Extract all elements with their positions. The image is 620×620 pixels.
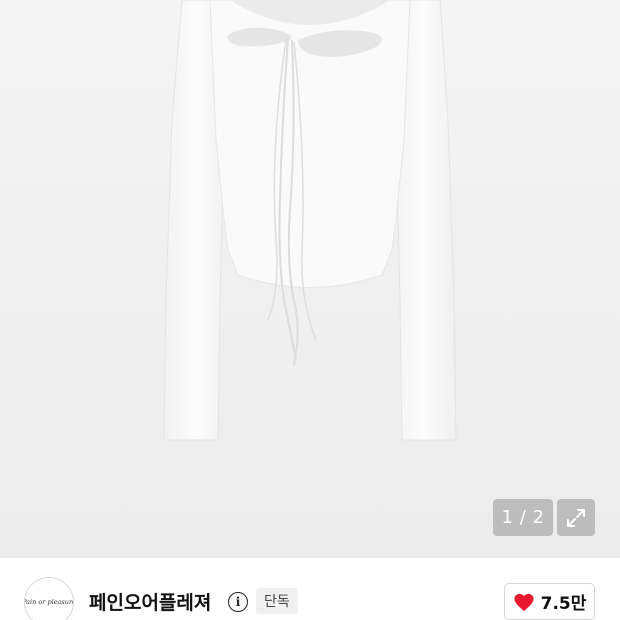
seller-logo[interactable]: Pain or pleasure (24, 577, 74, 620)
image-pager: 1 / 2 (493, 499, 553, 536)
info-icon[interactable]: i (228, 592, 248, 612)
seller-name[interactable]: 페인오어플레져 (89, 588, 211, 615)
heart-icon (514, 593, 534, 611)
product-image[interactable] (0, 0, 620, 558)
like-button[interactable]: 7.5만 (504, 583, 595, 620)
expand-icon (567, 508, 585, 527)
expand-button[interactable] (557, 499, 595, 536)
product-image-gallery[interactable]: 1 / 2 (0, 0, 620, 558)
like-count: 7.5만 (540, 594, 587, 614)
exclusive-badge: 단독 (256, 588, 298, 614)
seller-logo-text: Pain or pleasure (24, 598, 74, 606)
